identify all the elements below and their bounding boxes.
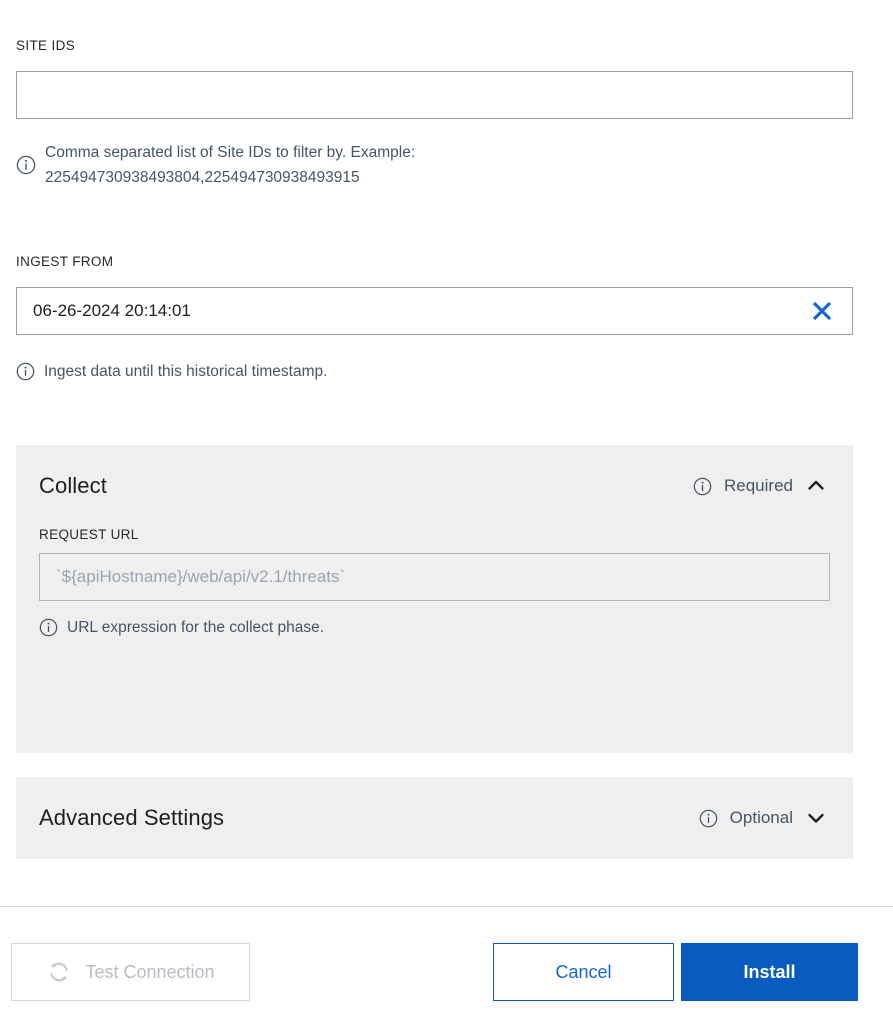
panel-collect-title: Collect (39, 473, 107, 498)
panel-advanced-settings: Advanced Settings Optional (16, 777, 853, 859)
ingest-from-input[interactable] (16, 287, 853, 335)
chevron-down-icon[interactable] (805, 807, 827, 829)
site-ids-input[interactable] (16, 71, 853, 119)
field-site-ids: SITE IDS (16, 38, 853, 119)
panel-advanced-settings-title: Advanced Settings (39, 805, 225, 830)
info-circle-icon (16, 155, 36, 175)
dialog-footer: Test Connection Cancel Install (0, 906, 893, 1027)
info-circle-icon (693, 477, 712, 495)
panel-collect: Collect Required REQUEST URL `${apiHostn… (16, 445, 853, 753)
site-ids-help: Comma separated list of Site IDs to filt… (16, 140, 846, 190)
panel-collect-badge: Required (724, 476, 793, 495)
cancel-button[interactable]: Cancel (493, 943, 674, 1001)
panel-collect-header-right: Required (693, 475, 827, 497)
panel-advanced-settings-badge: Optional (729, 808, 793, 827)
ingest-from-input-wrap (16, 287, 853, 335)
close-x-icon (812, 301, 832, 321)
panel-advanced-settings-header[interactable]: Advanced Settings Optional (16, 777, 853, 859)
cancel-label: Cancel (555, 961, 612, 982)
panel-collect-body: REQUEST URL URL expression for the colle… (16, 527, 853, 666)
refresh-sync-icon (50, 962, 69, 982)
info-circle-icon (39, 618, 58, 637)
info-circle-icon (699, 809, 717, 827)
request-url-help: URL expression for the collect phase. (39, 615, 830, 640)
test-connection-label: Test Connection (85, 961, 215, 982)
field-ingest-from: INGEST FROM (16, 254, 853, 335)
install-button[interactable]: Install (681, 943, 858, 1001)
ingest-from-clear-button[interactable] (801, 287, 843, 335)
ingest-from-label: INGEST FROM (16, 254, 114, 269)
install-label: Install (743, 961, 796, 982)
request-url-input[interactable] (39, 553, 830, 601)
request-url-help-text: URL expression for the collect phase. (67, 619, 325, 636)
request-url-label: REQUEST URL (39, 527, 139, 542)
test-connection-button[interactable]: Test Connection (11, 943, 250, 1001)
ingest-from-help: Ingest data until this historical timest… (16, 359, 846, 384)
site-ids-help-text: Comma separated list of Site IDs to filt… (45, 144, 416, 186)
chevron-up-icon[interactable] (805, 475, 827, 497)
panel-collect-header[interactable]: Collect Required (16, 445, 853, 527)
site-ids-input-wrap (16, 71, 853, 119)
panel-advanced-settings-header-right: Optional (699, 807, 827, 829)
info-circle-icon (16, 362, 35, 381)
ingest-from-help-text: Ingest data until this historical timest… (44, 363, 328, 380)
install-form-body: SITE IDS Comma separated list of Site ID… (0, 0, 893, 906)
site-ids-label: SITE IDS (16, 38, 76, 53)
